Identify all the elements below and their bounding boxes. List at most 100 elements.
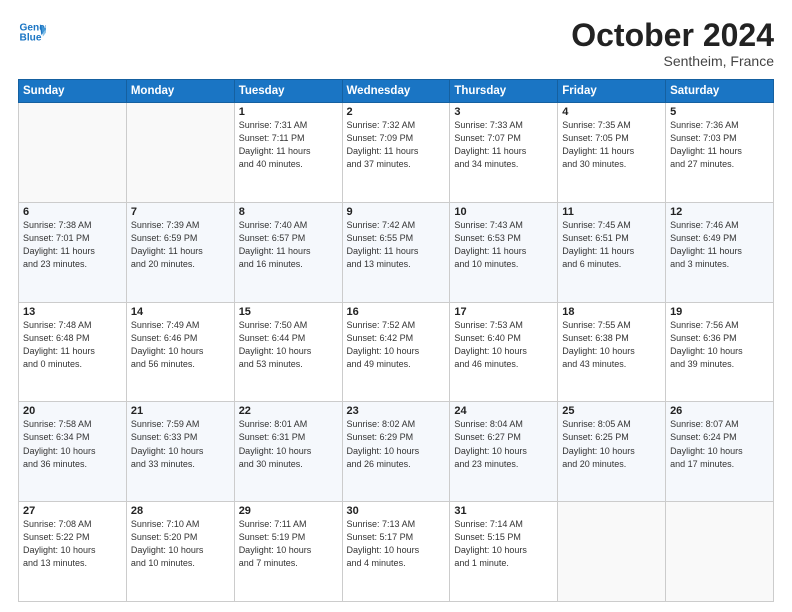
day-info: Sunrise: 7:36 AM Sunset: 7:03 PM Dayligh… bbox=[670, 119, 769, 171]
calendar-cell: 31Sunrise: 7:14 AM Sunset: 5:15 PM Dayli… bbox=[450, 502, 558, 602]
day-info: Sunrise: 7:10 AM Sunset: 5:20 PM Dayligh… bbox=[131, 518, 230, 570]
day-info: Sunrise: 7:42 AM Sunset: 6:55 PM Dayligh… bbox=[347, 219, 446, 271]
day-number: 13 bbox=[23, 306, 122, 318]
col-thursday: Thursday bbox=[450, 80, 558, 103]
svg-text:Blue: Blue bbox=[20, 33, 42, 44]
calendar-cell: 11Sunrise: 7:45 AM Sunset: 6:51 PM Dayli… bbox=[558, 202, 666, 302]
day-number: 30 bbox=[347, 505, 446, 517]
day-number: 6 bbox=[23, 206, 122, 218]
day-info: Sunrise: 7:58 AM Sunset: 6:34 PM Dayligh… bbox=[23, 418, 122, 470]
calendar-cell: 29Sunrise: 7:11 AM Sunset: 5:19 PM Dayli… bbox=[234, 502, 342, 602]
day-info: Sunrise: 7:49 AM Sunset: 6:46 PM Dayligh… bbox=[131, 319, 230, 371]
calendar-cell: 26Sunrise: 8:07 AM Sunset: 6:24 PM Dayli… bbox=[666, 402, 774, 502]
calendar-cell: 23Sunrise: 8:02 AM Sunset: 6:29 PM Dayli… bbox=[342, 402, 450, 502]
calendar-cell: 5Sunrise: 7:36 AM Sunset: 7:03 PM Daylig… bbox=[666, 103, 774, 203]
calendar-week-5: 27Sunrise: 7:08 AM Sunset: 5:22 PM Dayli… bbox=[19, 502, 774, 602]
day-info: Sunrise: 7:43 AM Sunset: 6:53 PM Dayligh… bbox=[454, 219, 553, 271]
calendar-cell bbox=[19, 103, 127, 203]
calendar-week-2: 6Sunrise: 7:38 AM Sunset: 7:01 PM Daylig… bbox=[19, 202, 774, 302]
day-info: Sunrise: 7:59 AM Sunset: 6:33 PM Dayligh… bbox=[131, 418, 230, 470]
day-number: 12 bbox=[670, 206, 769, 218]
day-number: 5 bbox=[670, 106, 769, 118]
day-number: 9 bbox=[347, 206, 446, 218]
day-number: 29 bbox=[239, 505, 338, 517]
day-number: 4 bbox=[562, 106, 661, 118]
logo: General Blue bbox=[18, 18, 48, 46]
calendar-cell: 19Sunrise: 7:56 AM Sunset: 6:36 PM Dayli… bbox=[666, 302, 774, 402]
day-info: Sunrise: 7:33 AM Sunset: 7:07 PM Dayligh… bbox=[454, 119, 553, 171]
day-number: 31 bbox=[454, 505, 553, 517]
page-header: General Blue October 2024 Sentheim, Fran… bbox=[18, 18, 774, 69]
calendar-cell: 9Sunrise: 7:42 AM Sunset: 6:55 PM Daylig… bbox=[342, 202, 450, 302]
calendar-cell: 16Sunrise: 7:52 AM Sunset: 6:42 PM Dayli… bbox=[342, 302, 450, 402]
calendar-cell: 10Sunrise: 7:43 AM Sunset: 6:53 PM Dayli… bbox=[450, 202, 558, 302]
day-number: 7 bbox=[131, 206, 230, 218]
day-info: Sunrise: 7:46 AM Sunset: 6:49 PM Dayligh… bbox=[670, 219, 769, 271]
day-number: 19 bbox=[670, 306, 769, 318]
day-info: Sunrise: 7:56 AM Sunset: 6:36 PM Dayligh… bbox=[670, 319, 769, 371]
calendar-cell bbox=[126, 103, 234, 203]
calendar-week-1: 1Sunrise: 7:31 AM Sunset: 7:11 PM Daylig… bbox=[19, 103, 774, 203]
day-number: 26 bbox=[670, 405, 769, 417]
location-subtitle: Sentheim, France bbox=[571, 53, 774, 69]
day-info: Sunrise: 7:55 AM Sunset: 6:38 PM Dayligh… bbox=[562, 319, 661, 371]
calendar-cell: 21Sunrise: 7:59 AM Sunset: 6:33 PM Dayli… bbox=[126, 402, 234, 502]
day-info: Sunrise: 8:07 AM Sunset: 6:24 PM Dayligh… bbox=[670, 418, 769, 470]
day-info: Sunrise: 7:50 AM Sunset: 6:44 PM Dayligh… bbox=[239, 319, 338, 371]
day-number: 10 bbox=[454, 206, 553, 218]
calendar-cell: 28Sunrise: 7:10 AM Sunset: 5:20 PM Dayli… bbox=[126, 502, 234, 602]
col-wednesday: Wednesday bbox=[342, 80, 450, 103]
day-info: Sunrise: 7:08 AM Sunset: 5:22 PM Dayligh… bbox=[23, 518, 122, 570]
calendar-cell: 3Sunrise: 7:33 AM Sunset: 7:07 PM Daylig… bbox=[450, 103, 558, 203]
calendar-cell: 25Sunrise: 8:05 AM Sunset: 6:25 PM Dayli… bbox=[558, 402, 666, 502]
calendar-cell: 17Sunrise: 7:53 AM Sunset: 6:40 PM Dayli… bbox=[450, 302, 558, 402]
calendar-cell: 13Sunrise: 7:48 AM Sunset: 6:48 PM Dayli… bbox=[19, 302, 127, 402]
calendar-header-row: Sunday Monday Tuesday Wednesday Thursday… bbox=[19, 80, 774, 103]
day-number: 17 bbox=[454, 306, 553, 318]
calendar-cell bbox=[666, 502, 774, 602]
day-info: Sunrise: 8:04 AM Sunset: 6:27 PM Dayligh… bbox=[454, 418, 553, 470]
calendar-cell: 24Sunrise: 8:04 AM Sunset: 6:27 PM Dayli… bbox=[450, 402, 558, 502]
day-number: 15 bbox=[239, 306, 338, 318]
day-info: Sunrise: 7:38 AM Sunset: 7:01 PM Dayligh… bbox=[23, 219, 122, 271]
day-number: 16 bbox=[347, 306, 446, 318]
calendar-cell: 20Sunrise: 7:58 AM Sunset: 6:34 PM Dayli… bbox=[19, 402, 127, 502]
calendar-table: Sunday Monday Tuesday Wednesday Thursday… bbox=[18, 79, 774, 602]
day-info: Sunrise: 8:02 AM Sunset: 6:29 PM Dayligh… bbox=[347, 418, 446, 470]
day-info: Sunrise: 7:13 AM Sunset: 5:17 PM Dayligh… bbox=[347, 518, 446, 570]
day-number: 1 bbox=[239, 106, 338, 118]
calendar-cell: 2Sunrise: 7:32 AM Sunset: 7:09 PM Daylig… bbox=[342, 103, 450, 203]
day-number: 25 bbox=[562, 405, 661, 417]
col-friday: Friday bbox=[558, 80, 666, 103]
day-info: Sunrise: 8:05 AM Sunset: 6:25 PM Dayligh… bbox=[562, 418, 661, 470]
calendar-cell: 8Sunrise: 7:40 AM Sunset: 6:57 PM Daylig… bbox=[234, 202, 342, 302]
day-number: 24 bbox=[454, 405, 553, 417]
day-info: Sunrise: 7:52 AM Sunset: 6:42 PM Dayligh… bbox=[347, 319, 446, 371]
day-number: 21 bbox=[131, 405, 230, 417]
day-info: Sunrise: 7:11 AM Sunset: 5:19 PM Dayligh… bbox=[239, 518, 338, 570]
col-saturday: Saturday bbox=[666, 80, 774, 103]
day-info: Sunrise: 7:32 AM Sunset: 7:09 PM Dayligh… bbox=[347, 119, 446, 171]
calendar-cell bbox=[558, 502, 666, 602]
logo-icon: General Blue bbox=[18, 18, 46, 46]
day-number: 14 bbox=[131, 306, 230, 318]
calendar-cell: 27Sunrise: 7:08 AM Sunset: 5:22 PM Dayli… bbox=[19, 502, 127, 602]
calendar-cell: 22Sunrise: 8:01 AM Sunset: 6:31 PM Dayli… bbox=[234, 402, 342, 502]
calendar-cell: 15Sunrise: 7:50 AM Sunset: 6:44 PM Dayli… bbox=[234, 302, 342, 402]
day-number: 28 bbox=[131, 505, 230, 517]
day-number: 18 bbox=[562, 306, 661, 318]
calendar-cell: 12Sunrise: 7:46 AM Sunset: 6:49 PM Dayli… bbox=[666, 202, 774, 302]
calendar-cell: 1Sunrise: 7:31 AM Sunset: 7:11 PM Daylig… bbox=[234, 103, 342, 203]
day-number: 3 bbox=[454, 106, 553, 118]
calendar-cell: 18Sunrise: 7:55 AM Sunset: 6:38 PM Dayli… bbox=[558, 302, 666, 402]
calendar-cell: 30Sunrise: 7:13 AM Sunset: 5:17 PM Dayli… bbox=[342, 502, 450, 602]
day-info: Sunrise: 8:01 AM Sunset: 6:31 PM Dayligh… bbox=[239, 418, 338, 470]
month-title: October 2024 bbox=[571, 18, 774, 53]
col-monday: Monday bbox=[126, 80, 234, 103]
day-info: Sunrise: 7:14 AM Sunset: 5:15 PM Dayligh… bbox=[454, 518, 553, 570]
day-number: 20 bbox=[23, 405, 122, 417]
day-info: Sunrise: 7:40 AM Sunset: 6:57 PM Dayligh… bbox=[239, 219, 338, 271]
col-tuesday: Tuesday bbox=[234, 80, 342, 103]
calendar-week-4: 20Sunrise: 7:58 AM Sunset: 6:34 PM Dayli… bbox=[19, 402, 774, 502]
day-info: Sunrise: 7:39 AM Sunset: 6:59 PM Dayligh… bbox=[131, 219, 230, 271]
